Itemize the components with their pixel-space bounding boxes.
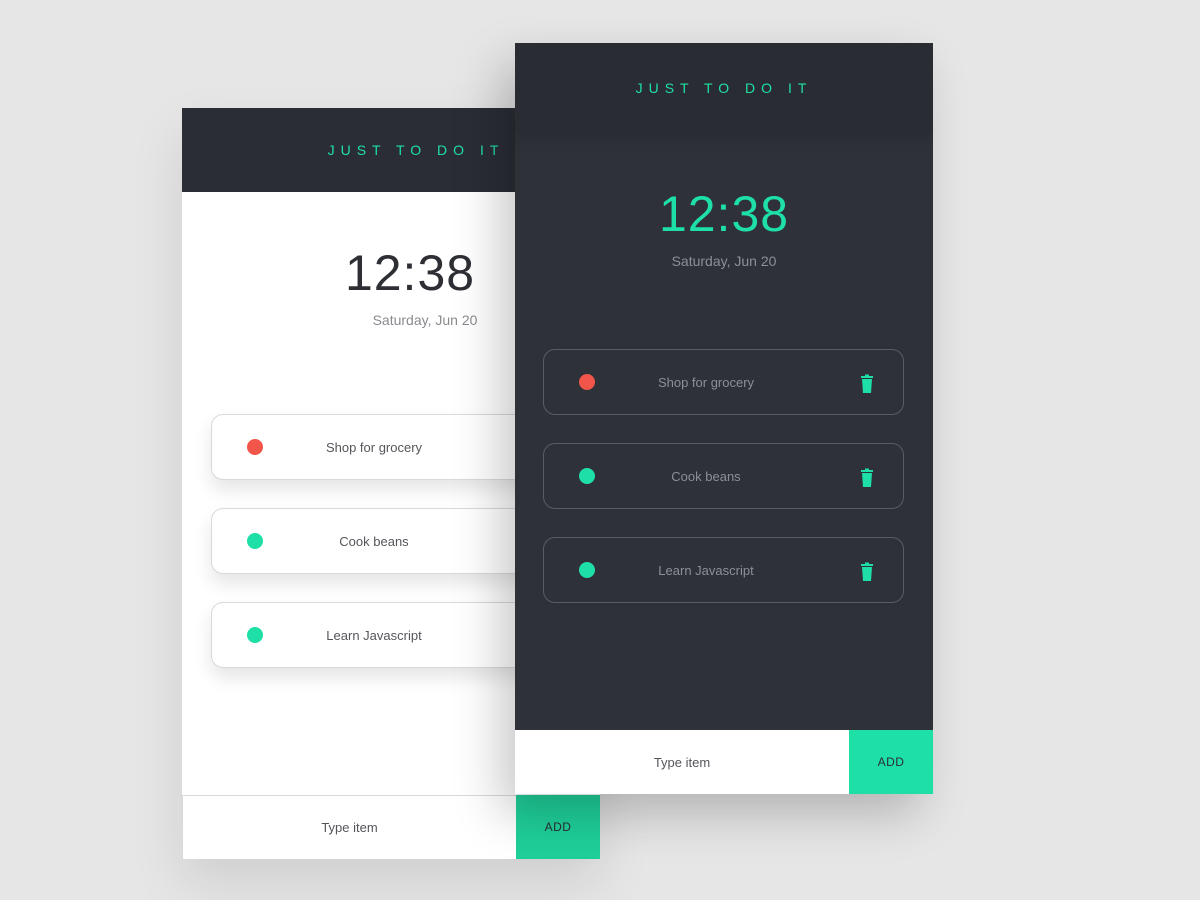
trash-icon[interactable]: [857, 562, 877, 582]
todo-label: Shop for grocery: [325, 439, 423, 455]
todo-item[interactable]: Cook beans: [543, 443, 904, 509]
todo-label: Learn Javascript: [326, 627, 422, 643]
todo-label: Shop for grocery: [657, 374, 755, 390]
add-item-bar: ADD: [515, 730, 933, 794]
trash-icon[interactable]: [857, 468, 877, 488]
app-header: JUST TO DO IT: [515, 43, 933, 133]
status-dot[interactable]: [579, 468, 595, 484]
add-button[interactable]: ADD: [516, 795, 600, 859]
date-label: Saturday, Jun 20: [671, 253, 777, 269]
status-dot[interactable]: [247, 533, 263, 549]
todo-label: Learn Javascript: [658, 562, 754, 578]
dark-theme-screen: JUST TO DO IT 12:38 Saturday, Jun 20 Sho…: [515, 43, 933, 794]
todo-item[interactable]: Shop for grocery: [543, 349, 904, 415]
todo-label: Cook beans: [671, 468, 741, 484]
app-title: JUST TO DO IT: [327, 142, 505, 158]
trash-icon[interactable]: [857, 374, 877, 394]
add-button[interactable]: ADD: [849, 730, 933, 794]
status-dot[interactable]: [247, 627, 263, 643]
type-item-input[interactable]: [515, 730, 849, 794]
todo-list: Shop for grocery Cook beans Learn Javasc…: [543, 349, 904, 631]
status-dot[interactable]: [579, 374, 595, 390]
app-title: JUST TO DO IT: [635, 80, 813, 96]
todo-label: Cook beans: [339, 533, 409, 549]
status-dot[interactable]: [247, 439, 263, 455]
status-dot[interactable]: [579, 562, 595, 578]
type-item-input[interactable]: [182, 795, 516, 859]
todo-item[interactable]: Learn Javascript: [543, 537, 904, 603]
clock: 12:38: [658, 186, 790, 242]
add-item-bar: ADD: [182, 795, 600, 859]
